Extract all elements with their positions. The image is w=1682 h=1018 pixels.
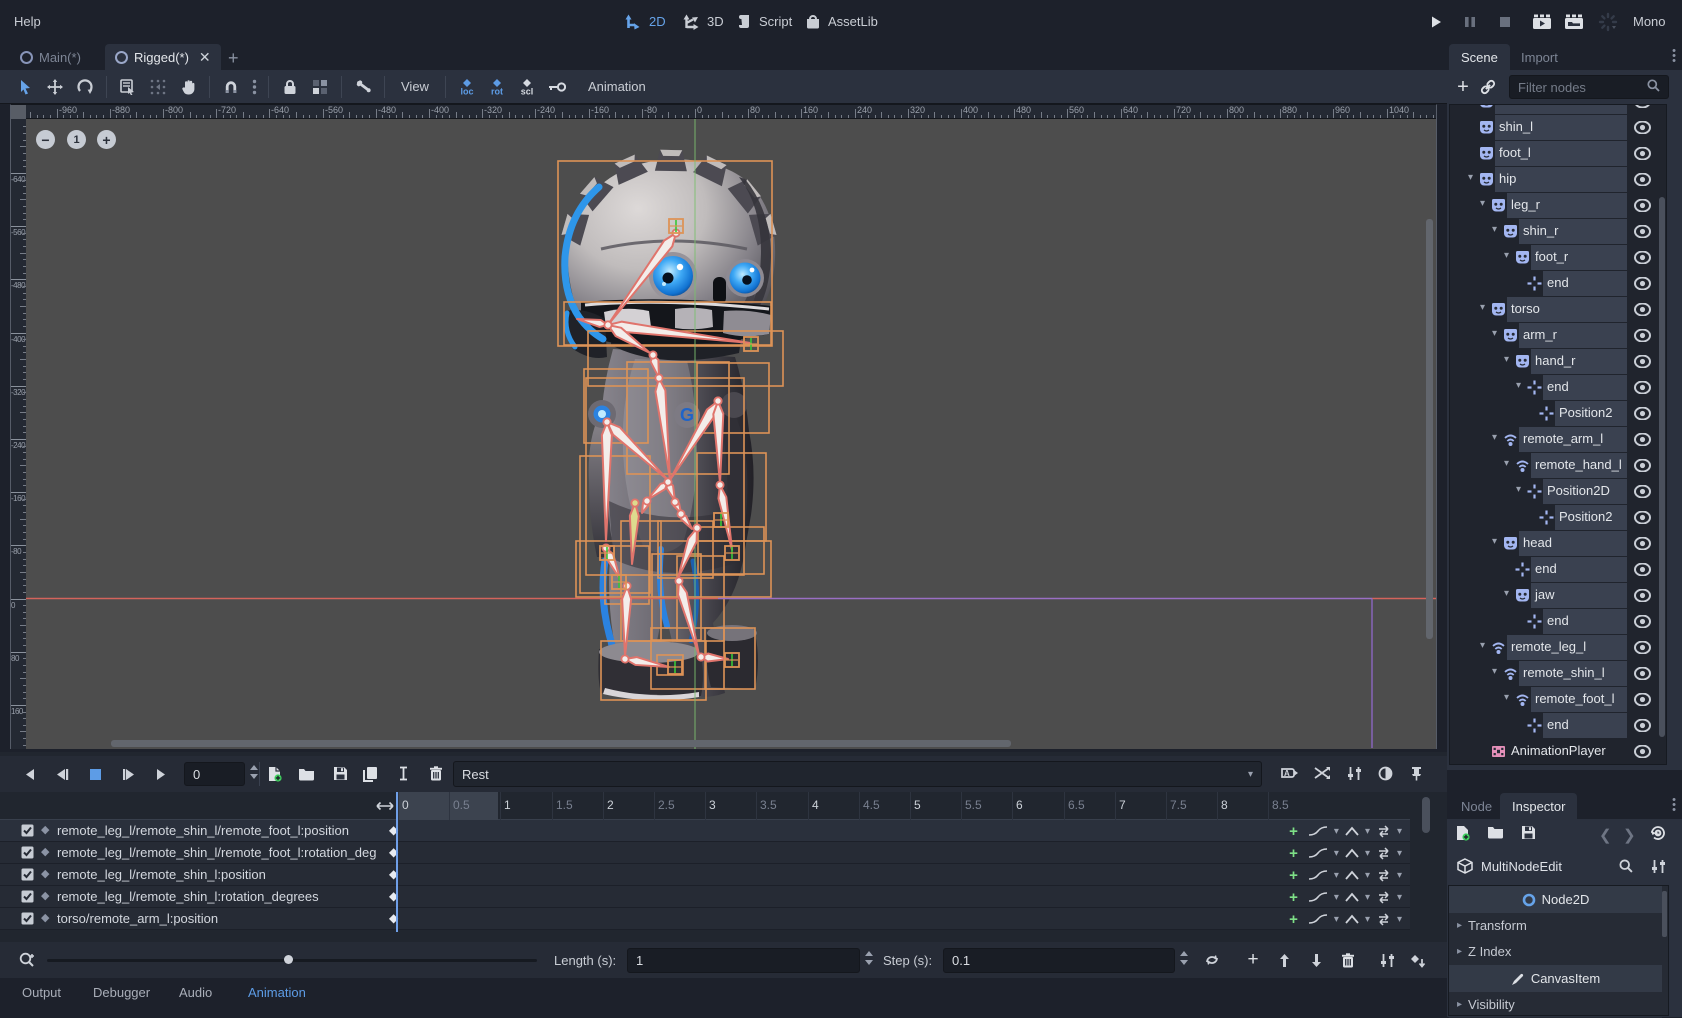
svg-text:G: G: [680, 405, 694, 425]
svg-text:rot: rot: [491, 86, 503, 96]
svg-text:A: A: [1284, 769, 1290, 778]
svg-text:scl: scl: [521, 86, 534, 96]
svg-text:loc: loc: [460, 86, 473, 96]
